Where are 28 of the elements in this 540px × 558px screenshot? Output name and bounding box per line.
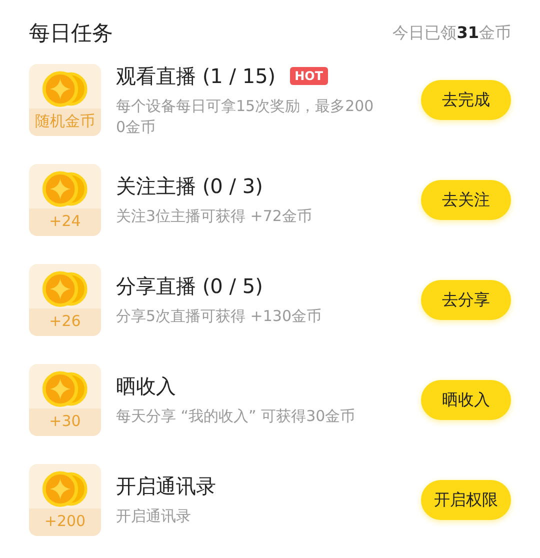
task-title: 晒收入 xyxy=(116,373,176,400)
task-button[interactable]: 开启权限 xyxy=(421,480,511,520)
reward-amount: +24 xyxy=(49,212,81,230)
task-title: 分享直播 (0 / 5) xyxy=(116,273,263,300)
task-title: 关注主播 (0 / 3) xyxy=(116,173,263,200)
coins-summary: 今日已领31金币 xyxy=(392,22,511,44)
task-button[interactable]: 去完成 xyxy=(421,80,511,120)
task-button[interactable]: 去分享 xyxy=(421,280,511,320)
reward-amount: 随机金币 xyxy=(35,112,95,131)
task-description: 每个设备每日可拿15次奖励，最多2000金币 xyxy=(116,96,374,138)
task-description: 开启通讯录 xyxy=(116,506,192,527)
coins-icon xyxy=(41,70,89,108)
coins-icon xyxy=(41,470,89,508)
task-button[interactable]: 晒收入 xyxy=(421,380,511,420)
task-description: 每天分享 “我的收入” 可获得30金币 xyxy=(116,406,356,427)
reward-amount: +26 xyxy=(49,312,81,330)
task-title: 观看直播 (1 / 15) xyxy=(116,62,276,90)
coins-icon xyxy=(41,270,89,308)
task-description: 关注3位主播可获得 +72金币 xyxy=(116,206,313,227)
coins-icon xyxy=(41,370,89,408)
task-description: 分享5次直播可获得 +130金币 xyxy=(116,306,323,327)
coins-icon xyxy=(41,170,89,208)
hot-tag: HOT xyxy=(290,67,328,85)
reward-amount: +30 xyxy=(49,412,81,430)
task-title: 开启通讯录 xyxy=(116,473,216,500)
section-title: 每日任务 xyxy=(29,20,113,47)
reward-amount: +200 xyxy=(44,512,86,530)
task-button[interactable]: 去关注 xyxy=(421,180,511,220)
